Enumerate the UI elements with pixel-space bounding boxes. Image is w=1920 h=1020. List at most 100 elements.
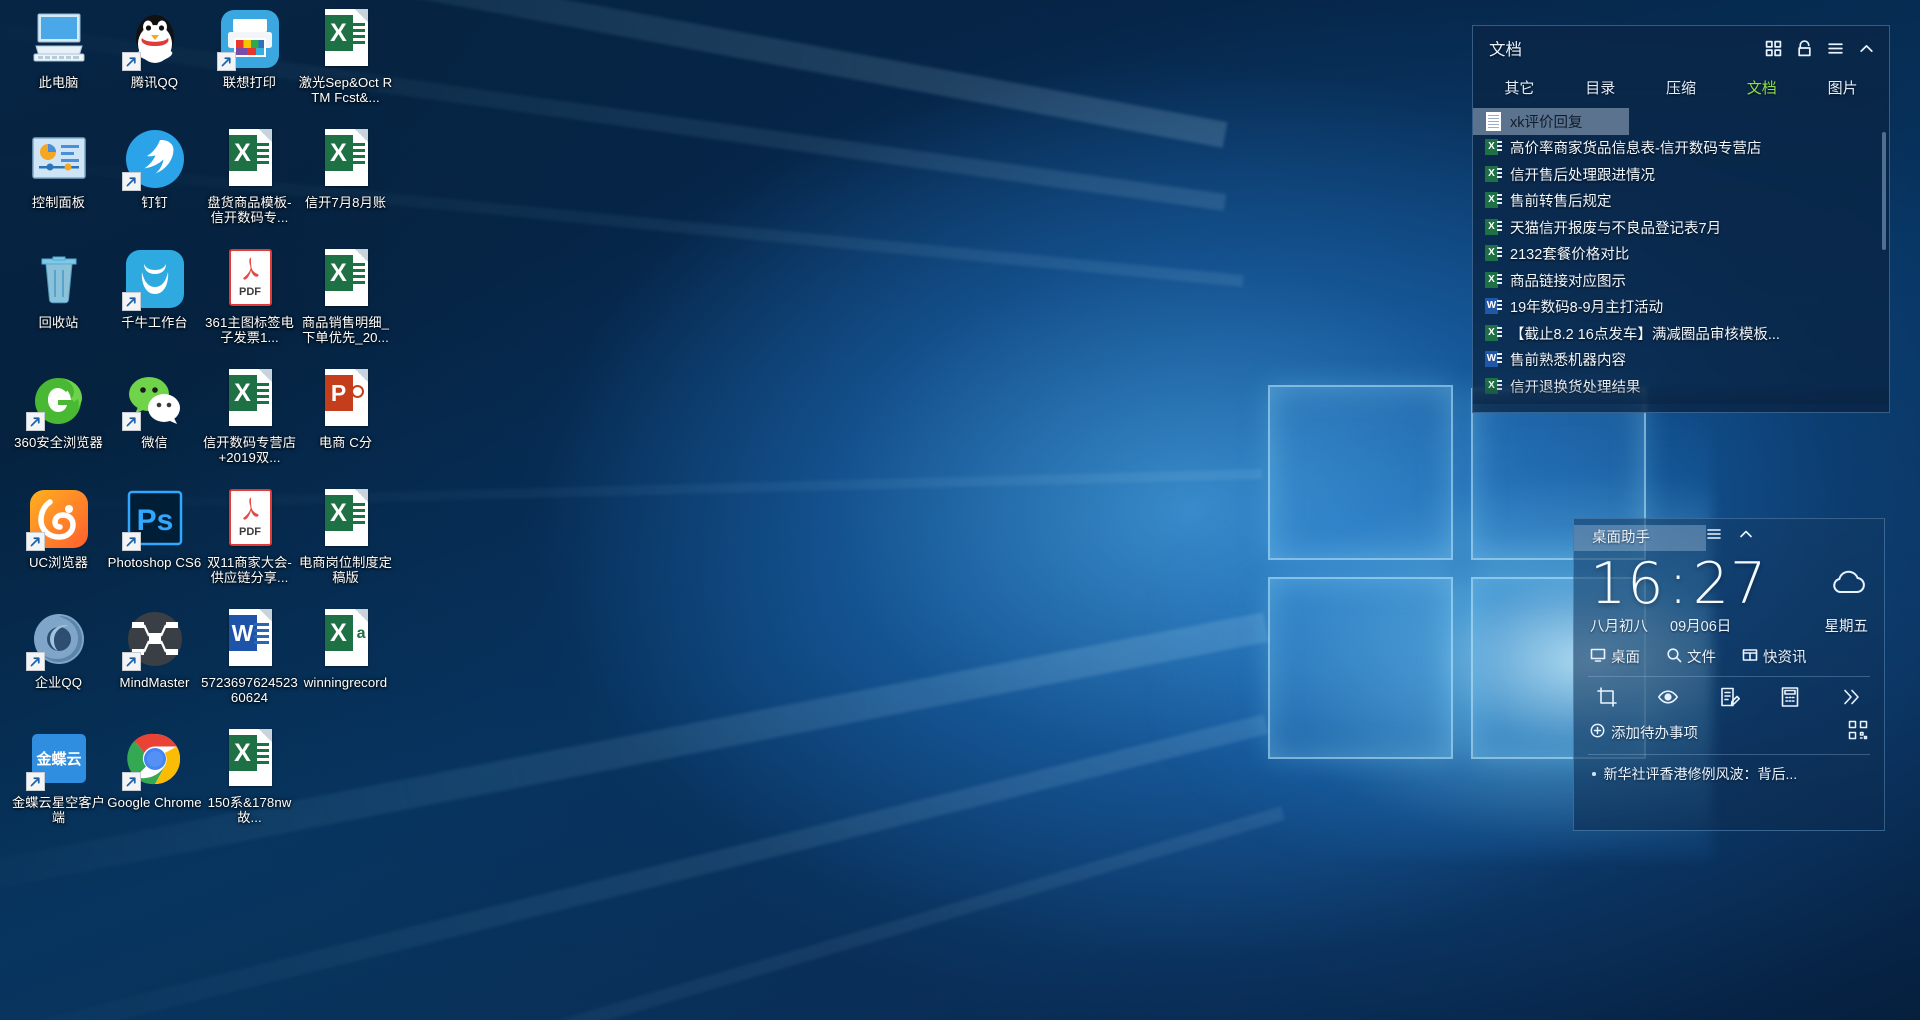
desktop-icon[interactable]: 金蝶云 金蝶云星空客户端: [9, 728, 108, 826]
documents-list-item[interactable]: X 售前转售后规定: [1473, 188, 1889, 215]
desktop-icon[interactable]: 腾讯QQ: [105, 8, 204, 90]
desktop-icon-label: 双11商家大会-供应链分享...: [207, 555, 292, 586]
desktop-icon[interactable]: 360安全浏览器: [9, 368, 108, 450]
desktop-icon[interactable]: X 商品销售明细_下单优先_20...: [296, 248, 395, 346]
documents-tab[interactable]: 文档: [1721, 77, 1802, 98]
note-icon[interactable]: [1718, 686, 1740, 708]
excel-file-icon: X: [1485, 244, 1502, 263]
desktop-icon[interactable]: MindMaster: [105, 608, 204, 690]
shortcut-overlay-icon: [25, 772, 45, 791]
clock-time: 16:27: [1590, 555, 1767, 613]
desktop-icon[interactable]: 回收站: [9, 248, 108, 330]
assistant-nav-news[interactable]: 快资讯: [1742, 646, 1807, 667]
menu-icon[interactable]: [1827, 40, 1844, 57]
photoshop-icon: Ps: [121, 488, 186, 551]
desktop-icon[interactable]: 控制面板: [9, 128, 108, 210]
shortcut-overlay-icon: [121, 292, 141, 311]
svg-text:Ps: Ps: [136, 504, 173, 537]
desktop-icon[interactable]: X 信开7月8月账: [296, 128, 395, 210]
documents-list-item[interactable]: X 【Tmall天猫】天猫售货物导出 ...: [1473, 400, 1889, 405]
excel-file-icon: X: [1485, 324, 1502, 343]
desktop-icon-label: 企业QQ: [34, 675, 83, 690]
desktop-icon[interactable]: X 激光Sep&Oct RTM Fcst&...: [296, 8, 395, 106]
desktop-icon[interactable]: 千牛工作台: [105, 248, 204, 330]
documents-list-item[interactable]: X 高价率商家货品信息表-信开数码专营店: [1473, 135, 1889, 162]
documents-list-item[interactable]: X 2132套餐价格对比: [1473, 241, 1889, 268]
collapse-icon[interactable]: [1858, 40, 1875, 57]
documents-list-item[interactable]: X 天猫信开报废与不良品登记表7月: [1473, 214, 1889, 241]
calculator-icon[interactable]: [1779, 686, 1801, 708]
assistant-news-item[interactable]: 新华社评香港修例风波：背后...: [1574, 755, 1884, 784]
desktop-icon[interactable]: UC浏览器: [9, 488, 108, 570]
desktop-icon-label: 361主图标签电子发票1...: [205, 315, 294, 346]
qq-icon: [121, 8, 186, 71]
gregorian-date: 09月06日: [1670, 619, 1732, 635]
assistant-nav-files[interactable]: 文件: [1666, 646, 1716, 667]
desktop-icon[interactable]: 企业QQ: [9, 608, 108, 690]
crop-icon[interactable]: [1596, 686, 1618, 708]
documents-tab[interactable]: 目录: [1560, 77, 1641, 98]
desktop-icon-label: 电商 C分: [318, 435, 373, 450]
documents-panel[interactable]: 文档 其它 目录 压缩 文档 图片 xk评价回复 X 高价率商家货品信息表-信开数码专营店 X…: [1472, 25, 1890, 413]
desktop-icon[interactable]: 微信: [105, 368, 204, 450]
documents-tab[interactable]: 其它: [1479, 77, 1560, 98]
documents-list-item[interactable]: W 售前熟悉机器内容: [1473, 347, 1889, 374]
desktop-icon-label: 激光Sep&Oct RTM Fcst&...: [298, 75, 393, 106]
documents-scrollbar[interactable]: [1882, 132, 1886, 250]
desktop-icon-label: Photoshop CS6: [107, 555, 202, 570]
documents-list-item[interactable]: xk评价回复: [1473, 108, 1629, 135]
excel-icon: X: [315, 248, 377, 310]
documents-tab[interactable]: 压缩: [1641, 77, 1722, 98]
documents-list-item[interactable]: X 【截止8.2 16点发车】满减圈品审核模板...: [1473, 320, 1889, 347]
documents-list-item-name: 19年数码8-9月主打活动: [1510, 300, 1664, 317]
assistant-nav-desktop-label: 桌面: [1611, 650, 1640, 666]
excel-file-icon: X: [1485, 271, 1502, 290]
desktop-icon[interactable]: Google Chrome: [105, 728, 204, 810]
word-file-icon: W: [1485, 350, 1502, 369]
menu-icon[interactable]: [1706, 526, 1722, 547]
desktop-icon[interactable]: X 电商岗位制度定稿版: [296, 488, 395, 586]
shortcut-overlay-icon: [121, 412, 141, 431]
desktop-icon[interactable]: PDF 双11商家大会-供应链分享...: [200, 488, 299, 586]
desktop-icon[interactable]: 此电脑: [9, 8, 108, 90]
documents-panel-header-icons: [1765, 39, 1875, 57]
kingdee-icon: 金蝶云: [25, 728, 90, 791]
desktop-icon[interactable]: PDF 361主图标签电子发票1...: [200, 248, 299, 346]
eye-icon[interactable]: [1657, 686, 1679, 708]
desktop-icon[interactable]: X 盘货商品模板- 信开数码专...: [200, 128, 299, 226]
grid-icon[interactable]: [1765, 40, 1782, 57]
shortcut-overlay-icon: [25, 532, 45, 551]
documents-file-list[interactable]: xk评价回复 X 高价率商家货品信息表-信开数码专营店 X 信开售后处理跟进情况 X 售前转…: [1473, 104, 1889, 404]
lock-icon[interactable]: [1796, 39, 1813, 57]
desktop-icon[interactable]: X 信开数码专营店+2019双...: [200, 368, 299, 466]
add-todo-label: 添加待办事项: [1611, 726, 1698, 742]
assistant-date-row: 八月初八 09月06日 星期五: [1574, 613, 1884, 636]
desktop-assistant-widget[interactable]: 桌面助手 16:27 八月初八 09月06日 星期五 桌面 文件 快资讯 添加待…: [1573, 518, 1885, 831]
qyqq-icon: [25, 608, 90, 671]
desktop-icon[interactable]: 钉钉: [105, 128, 204, 210]
desktop-icon[interactable]: X 150系&178nw故...: [200, 728, 299, 826]
shortcut-overlay-icon: [121, 772, 141, 791]
desktop-icon[interactable]: 联想打印: [200, 8, 299, 90]
shortcut-overlay-icon: [25, 412, 45, 431]
desktop-icon[interactable]: P 电商 C分: [296, 368, 395, 450]
more-icon[interactable]: [1840, 686, 1862, 708]
desktop-icon[interactable]: Xa winningrecord: [296, 608, 395, 690]
documents-list-item[interactable]: X 商品链接对应图示: [1473, 267, 1889, 294]
documents-list-item[interactable]: W 19年数码8-9月主打活动: [1473, 294, 1889, 321]
browser360-icon: [25, 368, 90, 431]
qr-icon[interactable]: [1848, 720, 1868, 745]
desktop-icon[interactable]: W 572369762452360624: [200, 608, 299, 706]
assistant-nav-desktop[interactable]: 桌面: [1590, 646, 1640, 667]
documents-tab[interactable]: 图片: [1802, 77, 1883, 98]
doc-file-icon: [1485, 111, 1502, 131]
add-todo-button[interactable]: 添加待办事项: [1590, 722, 1698, 743]
desktop-icon-label: UC浏览器: [28, 555, 89, 570]
desktop-icon-label: 回收站: [38, 315, 79, 330]
documents-list-item[interactable]: X 信开退换货处理结果: [1473, 373, 1889, 400]
collapse-icon[interactable]: [1738, 526, 1754, 547]
documents-list-item-name: 信开售后处理跟进情况: [1510, 167, 1655, 184]
desktop-icon[interactable]: Ps Photoshop CS6: [105, 488, 204, 570]
documents-list-item[interactable]: X 信开售后处理跟进情况: [1473, 161, 1889, 188]
documents-list-item-name: 【Tmall天猫】天猫售货物导出 ...: [1510, 402, 1721, 404]
